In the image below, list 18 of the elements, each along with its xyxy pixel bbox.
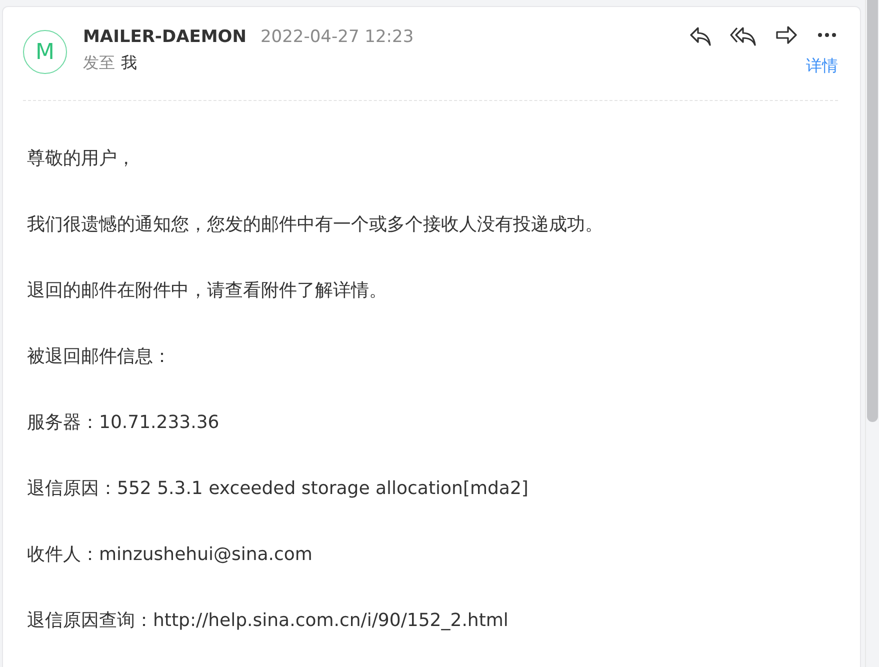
- reply-icon[interactable]: [689, 24, 711, 46]
- recipient-label: 发至: [83, 53, 115, 74]
- sender-name: MAILER-DAEMON: [83, 27, 246, 47]
- sent-time: 2022-04-27 12:23: [260, 27, 414, 47]
- message-paragraph: 被退回邮件信息：: [27, 345, 172, 369]
- details-link[interactable]: 详情: [806, 56, 838, 77]
- reply-all-icon[interactable]: [730, 24, 756, 46]
- message-paragraph: 退信原因：552 5.3.1 exceeded storage allocation[mda2]: [27, 477, 530, 501]
- message-paragraph: 退信原因查询：http://help.sina.com.cn/i/90/152_2.html: [27, 609, 510, 633]
- message-paragraph: 退回的邮件在附件中，请查看附件了解详情。: [27, 279, 388, 303]
- message-paragraph: 收件人：minzushehui@sina.com: [27, 543, 314, 567]
- message-paragraph: 尊敬的用户，: [27, 147, 136, 171]
- avatar: M: [23, 30, 67, 74]
- message-paragraph: 服务器：10.71.233.36: [27, 411, 220, 435]
- recipient-name: 我: [121, 53, 137, 74]
- scrollbar-thumb[interactable]: [867, 0, 878, 422]
- forward-icon[interactable]: [775, 24, 797, 46]
- message-paragraph: 我们很遗憾的通知您，您发的邮件中有一个或多个接收人没有投递成功。: [27, 213, 604, 237]
